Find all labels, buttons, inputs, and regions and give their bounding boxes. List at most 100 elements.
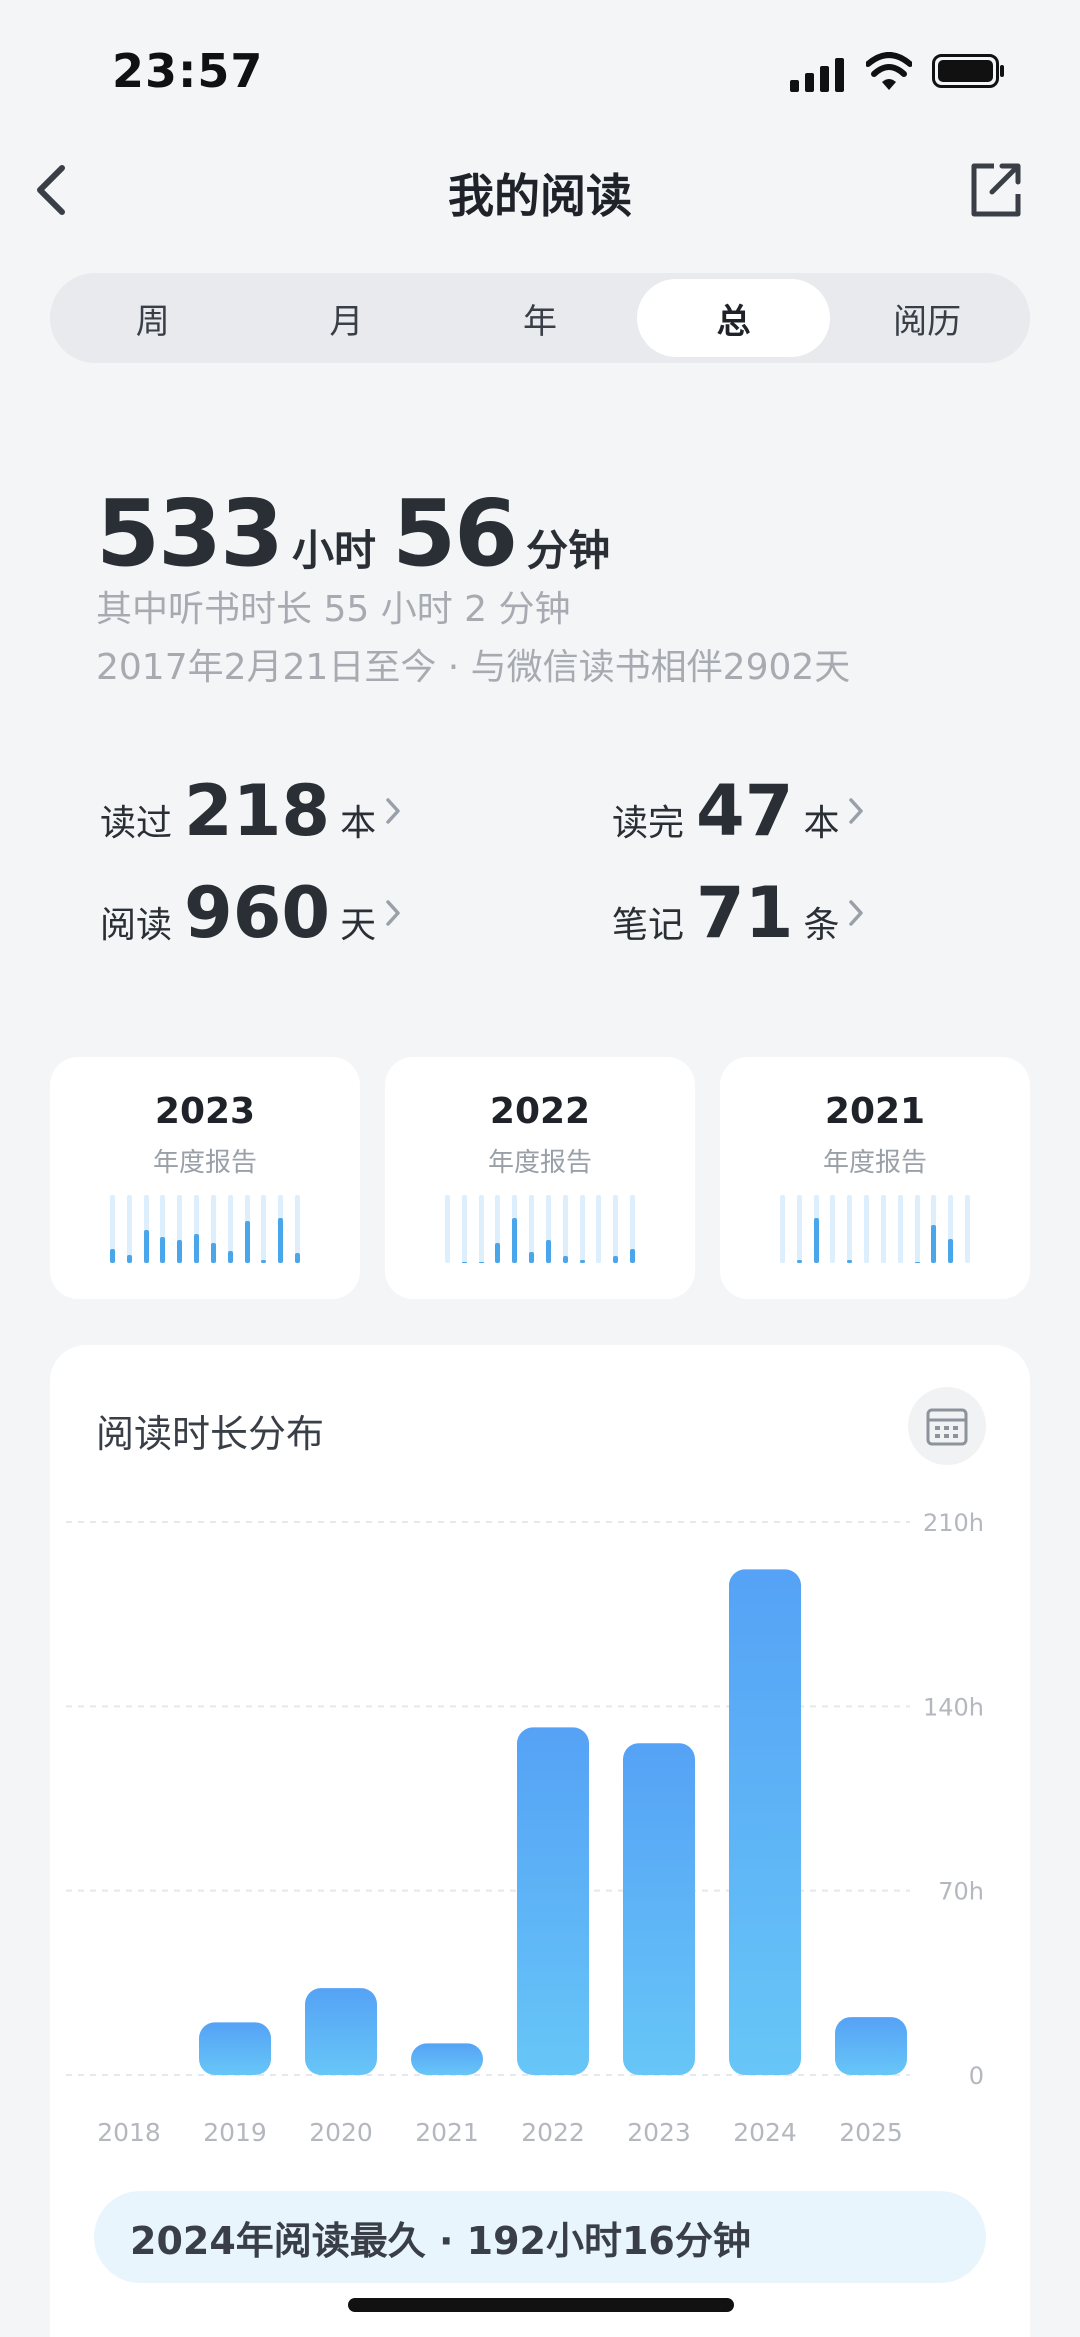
- mini-bar: [629, 1195, 635, 1263]
- annual-report-card-2022[interactable]: 2022 年度报告: [385, 1057, 695, 1299]
- mini-bar: [160, 1195, 166, 1263]
- stat-reading-days[interactable]: 阅读 960 天: [100, 872, 402, 954]
- mini-bar: [948, 1195, 954, 1263]
- stat-unit: 天: [340, 905, 377, 946]
- stat-value: 47: [696, 770, 794, 852]
- chart-summary: 2024年阅读最久 · 192小时16分钟: [94, 2191, 986, 2283]
- bar-2021[interactable]: [411, 2043, 483, 2075]
- mini-bar: [461, 1195, 467, 1263]
- stat-books-finished[interactable]: 读完 47 本: [612, 770, 865, 852]
- mini-bar: [864, 1195, 870, 1263]
- y-tick-label: 210h: [923, 1509, 984, 1537]
- annual-report-card-2021[interactable]: 2021 年度报告: [720, 1057, 1030, 1299]
- hours-unit: 小时: [292, 526, 377, 575]
- reading-time-chart-card: 0 70h 140h 210h 2018 2019 2020 2021 2022 2023 2024…: [50, 1345, 1030, 2337]
- x-tick-label: 2020: [309, 2118, 373, 2147]
- mini-bar: [813, 1195, 819, 1263]
- y-tick-label: 140h: [923, 1693, 984, 1721]
- y-tick-label: 0: [969, 2062, 984, 2090]
- total-reading-time: 533 小时 56 分钟: [96, 480, 626, 587]
- mini-bar: [512, 1195, 518, 1263]
- x-tick-label: 2024: [733, 2118, 797, 2147]
- bar-2024[interactable]: [729, 1569, 801, 2075]
- bar-2019[interactable]: [199, 2022, 271, 2075]
- report-mini-chart: [110, 1195, 300, 1263]
- report-mini-chart: [780, 1195, 970, 1263]
- reading-time-chart: 0 70h 140h 210h 2018 2019 2020 2021 2022 2023 2024…: [66, 1509, 984, 2147]
- mini-bar: [847, 1195, 853, 1263]
- stat-value: 960: [184, 872, 331, 954]
- stat-label: 笔记: [612, 905, 685, 946]
- period-tabs: 周 月 年 总 阅历: [50, 273, 1030, 363]
- report-year: 2021: [824, 1091, 926, 1132]
- mini-bar: [110, 1195, 115, 1263]
- mini-bar: [964, 1195, 970, 1263]
- mini-bar: [143, 1195, 149, 1263]
- wifi-icon: [866, 52, 912, 90]
- stat-label: 读完: [612, 803, 685, 844]
- report-label: 年度报告: [487, 1148, 592, 1178]
- x-tick-label: 2018: [97, 2118, 161, 2147]
- tab-week[interactable]: 周: [56, 279, 250, 357]
- x-tick-label: 2025: [839, 2118, 903, 2147]
- x-tick-label: 2022: [521, 2118, 585, 2147]
- total-hours: 533: [96, 480, 284, 587]
- mini-bar: [914, 1195, 920, 1263]
- report-year: 2023: [154, 1091, 256, 1132]
- home-indicator: [348, 2298, 734, 2312]
- mini-bar: [545, 1195, 551, 1263]
- bar-2025[interactable]: [835, 2017, 907, 2075]
- battery-icon: [932, 54, 1004, 88]
- mini-bar: [210, 1195, 216, 1263]
- tab-total[interactable]: 总: [636, 279, 831, 357]
- cellular-signal-icon: [790, 58, 844, 92]
- mini-bar: [897, 1195, 903, 1263]
- stat-unit: 本: [340, 803, 377, 844]
- total-minutes: 56: [392, 480, 518, 587]
- mini-bar: [261, 1195, 267, 1263]
- report-label: 年度报告: [822, 1148, 927, 1178]
- mini-bar: [880, 1195, 886, 1263]
- mini-bar: [931, 1195, 937, 1263]
- chevron-right-icon: [386, 798, 400, 824]
- mini-bar: [613, 1195, 619, 1263]
- chevron-right-icon: [849, 900, 864, 926]
- calendar-button[interactable]: [908, 1387, 986, 1465]
- mini-bar: [780, 1195, 785, 1263]
- mini-bar: [478, 1195, 484, 1263]
- chevron-right-icon: [386, 900, 400, 926]
- stat-value: 71: [696, 872, 794, 954]
- stat-value: 218: [184, 770, 331, 852]
- status-bar: 23:57: [0, 0, 1080, 140]
- mini-bar: [278, 1195, 284, 1263]
- since-line: 2017年2月21日至今 · 与微信读书相伴2902天: [96, 647, 851, 688]
- mini-bar: [495, 1195, 501, 1263]
- status-time: 23:57: [112, 44, 264, 98]
- report-year: 2022: [489, 1091, 591, 1132]
- stat-notes[interactable]: 笔记 71 条: [612, 872, 865, 954]
- x-tick-label: 2019: [203, 2118, 267, 2147]
- x-tick-label: 2021: [415, 2118, 479, 2147]
- mini-bar: [445, 1195, 450, 1263]
- stat-books-read[interactable]: 读过 218 本: [100, 770, 402, 852]
- tab-history[interactable]: 阅历: [830, 279, 1024, 357]
- share-icon[interactable]: [968, 160, 1024, 220]
- mini-bar: [244, 1195, 250, 1263]
- stat-label: 阅读: [100, 905, 173, 946]
- mini-bar: [796, 1195, 802, 1263]
- bar-2022[interactable]: [517, 1727, 589, 2075]
- mini-bar: [579, 1195, 585, 1263]
- calendar-icon: [926, 1408, 968, 1446]
- page-title: 我的阅读: [448, 169, 632, 223]
- report-label: 年度报告: [152, 1148, 257, 1178]
- listen-time-line: 其中听书时长 55 小时 2 分钟: [96, 589, 571, 630]
- bar-2023[interactable]: [623, 1743, 695, 2075]
- y-tick-label: 70h: [938, 1878, 984, 1906]
- report-mini-chart: [445, 1195, 635, 1263]
- tab-year[interactable]: 年: [443, 279, 637, 357]
- bar-2020[interactable]: [305, 1988, 377, 2075]
- annual-report-card-2023[interactable]: 2023 年度报告: [50, 1057, 360, 1299]
- mini-bar: [562, 1195, 568, 1263]
- tab-month[interactable]: 月: [250, 279, 444, 357]
- mini-bar: [126, 1195, 132, 1263]
